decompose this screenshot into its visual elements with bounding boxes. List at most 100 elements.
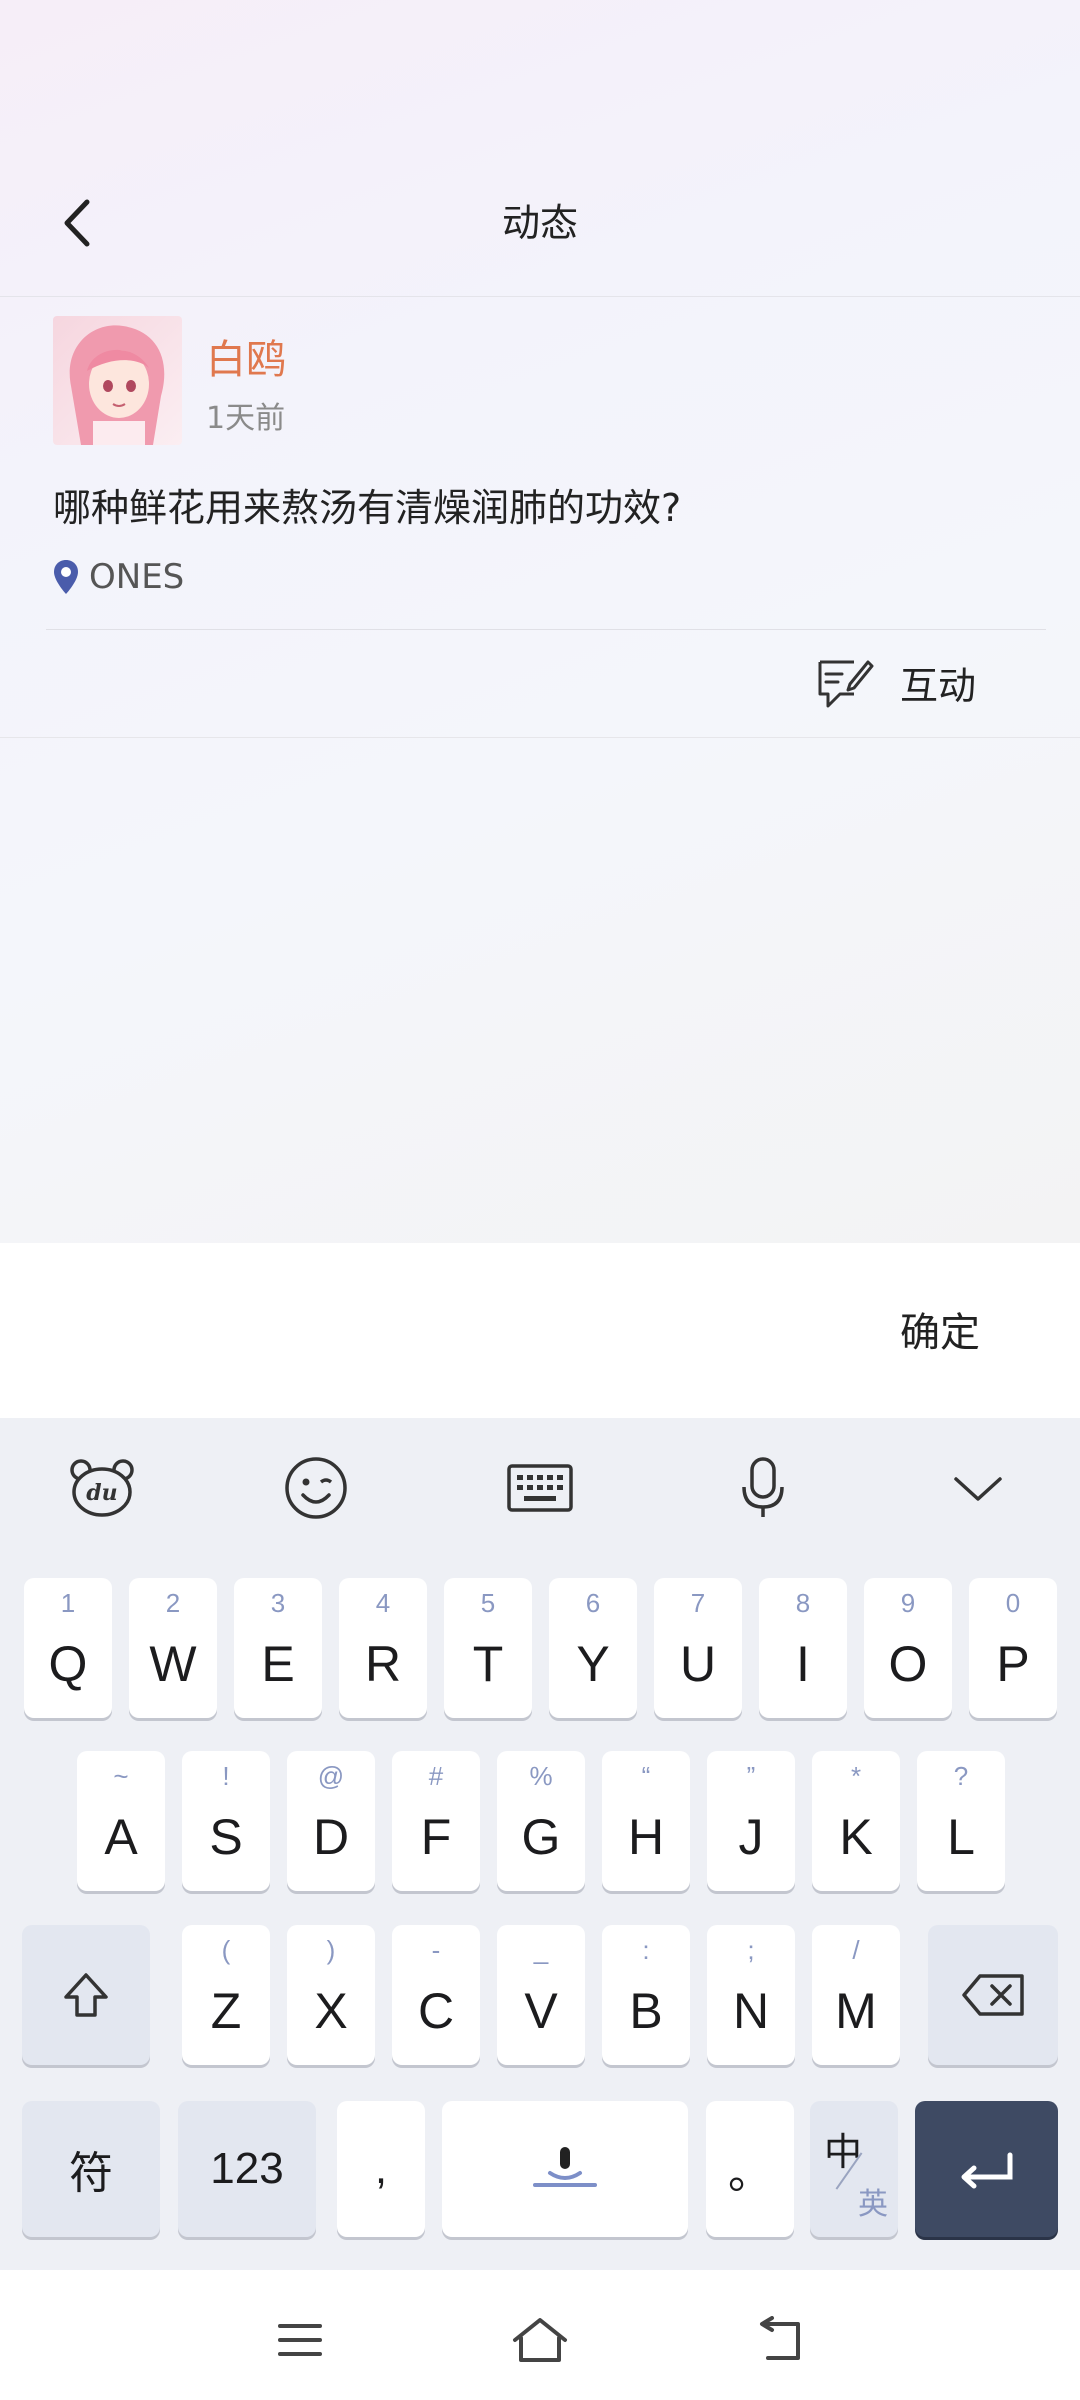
- numbers-key[interactable]: 123: [178, 2101, 316, 2237]
- key-h[interactable]: “H: [602, 1751, 690, 1891]
- key-w[interactable]: 2W: [129, 1578, 217, 1718]
- key-q[interactable]: 1Q: [24, 1578, 112, 1718]
- key-m[interactable]: / M: [812, 1925, 900, 2065]
- key-v[interactable]: _ V: [497, 1925, 585, 2065]
- key-e[interactable]: 3E: [234, 1578, 322, 1718]
- symbols-key[interactable]: 符: [22, 2101, 160, 2237]
- key-secondary-label: !: [222, 1761, 230, 1791]
- shift-arrow-icon: [64, 1973, 108, 2017]
- post-card: 白鸥 1天前 哪种鲜花用来熬汤有清燥润肺的功效? ONES 互动: [0, 297, 1080, 738]
- key-secondary-label: 5: [480, 1588, 496, 1618]
- key-u[interactable]: 7U: [654, 1578, 742, 1718]
- key-b[interactable]: :B: [602, 1925, 690, 2065]
- key-secondary-label: 6: [585, 1588, 601, 1618]
- emoji-icon[interactable]: [281, 1453, 351, 1523]
- key-primary-label: T: [472, 1636, 504, 1692]
- voice-space-icon: [533, 2147, 597, 2187]
- key-j[interactable]: ” J: [707, 1751, 795, 1891]
- microphone-icon[interactable]: [728, 1453, 798, 1523]
- comma-key[interactable]: ,: [337, 2101, 425, 2237]
- space-key[interactable]: [442, 2101, 688, 2237]
- key-secondary-label: ”: [746, 1761, 756, 1791]
- key-primary-label: S: [209, 1809, 243, 1865]
- interact-button[interactable]: 互动: [814, 642, 976, 722]
- key-z[interactable]: (Z: [182, 1925, 270, 2065]
- key-o[interactable]: 9O: [864, 1578, 952, 1718]
- key-k[interactable]: * K: [812, 1751, 900, 1891]
- key-secondary-label: 3: [270, 1588, 286, 1618]
- input-bar: 确定: [0, 1243, 1080, 1418]
- key-f[interactable]: # F: [392, 1751, 480, 1891]
- key-x[interactable]: ) X: [287, 1925, 375, 2065]
- key-d[interactable]: @ D: [287, 1751, 375, 1891]
- numbers-key-label: 123: [210, 2144, 284, 2193]
- key-g[interactable]: % G: [497, 1751, 585, 1891]
- period-key[interactable]: 。: [706, 2101, 794, 2237]
- key-p[interactable]: 0P: [969, 1578, 1057, 1718]
- key-primary-label: U: [679, 1636, 717, 1692]
- collapse-chevron-icon[interactable]: [943, 1453, 1013, 1523]
- key-n[interactable]: ; N: [707, 1925, 795, 2065]
- back-nav-button[interactable]: [750, 2310, 810, 2370]
- backspace-key[interactable]: [928, 1925, 1058, 2065]
- post-time: 1天前: [206, 401, 286, 436]
- key-t[interactable]: 5T: [444, 1578, 532, 1718]
- home-nav-button[interactable]: [510, 2310, 570, 2370]
- key-a[interactable]: ~ A: [77, 1751, 165, 1891]
- key-primary-label: F: [420, 1809, 452, 1865]
- key-primary-label: Q: [48, 1636, 88, 1692]
- key-s[interactable]: ! S: [182, 1751, 270, 1891]
- key-l[interactable]: ? L: [917, 1751, 1005, 1891]
- back-arrow-icon: [760, 2316, 800, 2360]
- key-primary-label: P: [996, 1636, 1030, 1692]
- location-pin-icon: [53, 559, 79, 595]
- key-c[interactable]: -C: [392, 1925, 480, 2065]
- key-primary-label: J: [738, 1809, 764, 1865]
- key-secondary-label: ;: [747, 1935, 755, 1965]
- location-label: ONES: [89, 557, 185, 597]
- page-title: 动态: [501, 201, 578, 245]
- lang-en-label: 英: [858, 2188, 888, 2221]
- language-switch-key[interactable]: 中 英: [810, 2101, 898, 2237]
- key-secondary-label: /: [852, 1935, 860, 1965]
- key-primary-label: Y: [576, 1636, 610, 1692]
- key-secondary-label: ?: [953, 1761, 969, 1791]
- key-primary-label: Z: [210, 1983, 242, 2039]
- post-text: 哪种鲜花用来熬汤有清燥润肺的功效?: [53, 486, 682, 530]
- enter-key[interactable]: [915, 2101, 1058, 2237]
- key-secondary-label: 4: [375, 1588, 391, 1618]
- key-primary-label: L: [947, 1809, 975, 1865]
- key-i[interactable]: 8I: [759, 1578, 847, 1718]
- shift-key[interactable]: [22, 1925, 150, 2065]
- key-primary-label: B: [629, 1983, 663, 2039]
- home-icon: [513, 2318, 567, 2362]
- du-bear-icon[interactable]: du: [67, 1453, 137, 1523]
- key-primary-label: E: [261, 1636, 295, 1692]
- key-secondary-label: :: [642, 1935, 650, 1965]
- location[interactable]: ONES: [53, 555, 184, 599]
- key-y[interactable]: 6Y: [549, 1578, 637, 1718]
- divider: [46, 629, 1046, 630]
- key-primary-label: I: [796, 1636, 810, 1692]
- interact-label: 互动: [900, 663, 977, 708]
- key-r[interactable]: 4R: [339, 1578, 427, 1718]
- lang-zh-label: 中: [824, 2132, 863, 2174]
- system-nav-bar: [0, 2270, 1080, 2400]
- avatar[interactable]: [53, 316, 182, 445]
- key-secondary-label: 1: [60, 1588, 76, 1618]
- key-primary-label: K: [839, 1809, 873, 1865]
- comma-key-label: ,: [374, 2144, 388, 2193]
- key-secondary-label: 8: [795, 1588, 811, 1618]
- username[interactable]: 白鸥: [206, 327, 286, 385]
- symbols-key-label: 符: [69, 2149, 113, 2198]
- key-secondary-label: ): [326, 1935, 336, 1965]
- keyboard-icon[interactable]: [505, 1453, 575, 1523]
- key-primary-label: G: [521, 1809, 561, 1865]
- menu-nav-button[interactable]: [270, 2310, 330, 2370]
- key-secondary-label: *: [850, 1761, 862, 1791]
- enter-arrow-icon: [961, 2152, 1012, 2189]
- avatar-image: [53, 316, 182, 445]
- key-primary-label: D: [312, 1809, 350, 1865]
- svg-text:du: du: [86, 1480, 117, 1506]
- confirm-button[interactable]: 确定: [900, 1300, 980, 1358]
